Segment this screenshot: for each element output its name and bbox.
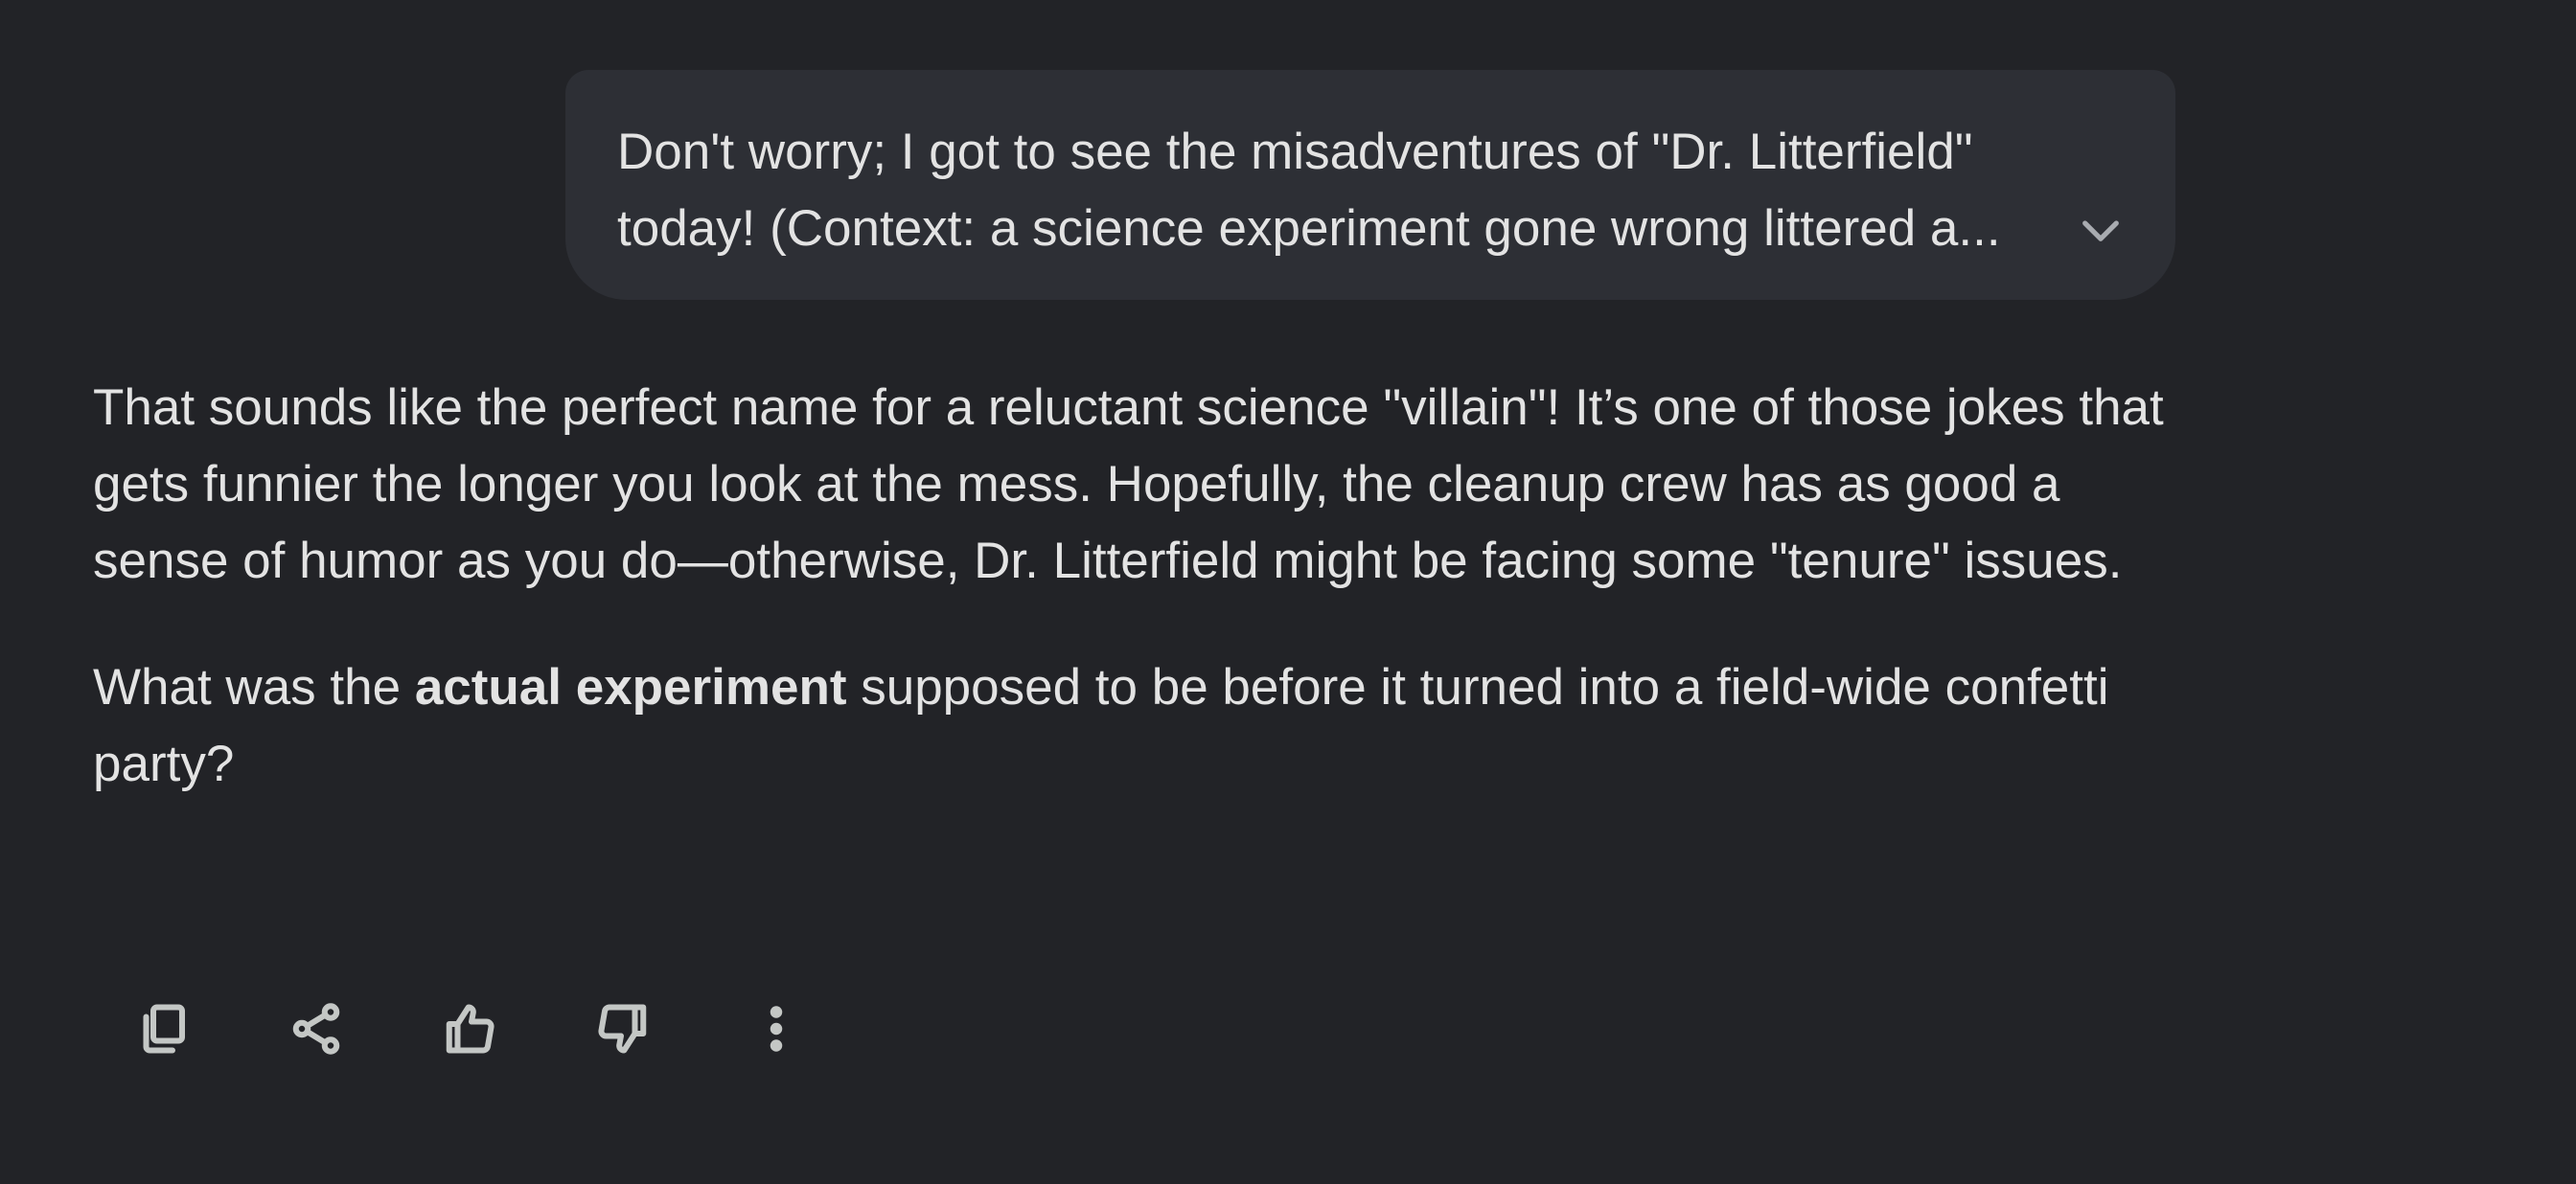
more-options-button[interactable] — [738, 990, 815, 1067]
chevron-down-icon[interactable] — [2074, 203, 2128, 257]
thumbs-up-icon — [446, 1004, 494, 1054]
assistant-response: That sounds like the perfect name for a … — [93, 370, 2201, 803]
copy-icon — [143, 1004, 185, 1054]
user-message-line-1: Don't worry; I got to see the misadventu… — [617, 124, 1973, 180]
share-icon — [292, 1003, 340, 1055]
user-message-line-2: today! (Context: a science experiment go… — [617, 200, 2001, 257]
response-bold-text: actual experiment — [414, 659, 847, 716]
copy-button[interactable] — [125, 990, 201, 1067]
response-paragraph-1: That sounds like the perfect name for a … — [93, 379, 2164, 589]
user-message-bubble: Don't worry; I got to see the misadventu… — [565, 70, 2175, 300]
thumbs-down-icon — [598, 1004, 647, 1054]
response-text: What was the — [93, 659, 415, 716]
response-actions — [125, 990, 891, 1067]
more-vert-icon — [770, 1006, 783, 1052]
share-button[interactable] — [278, 990, 355, 1067]
thumbs-up-button[interactable] — [431, 990, 508, 1067]
response-paragraph-2: What was the actual experiment supposed … — [93, 649, 2201, 803]
thumbs-down-button[interactable] — [585, 990, 661, 1067]
